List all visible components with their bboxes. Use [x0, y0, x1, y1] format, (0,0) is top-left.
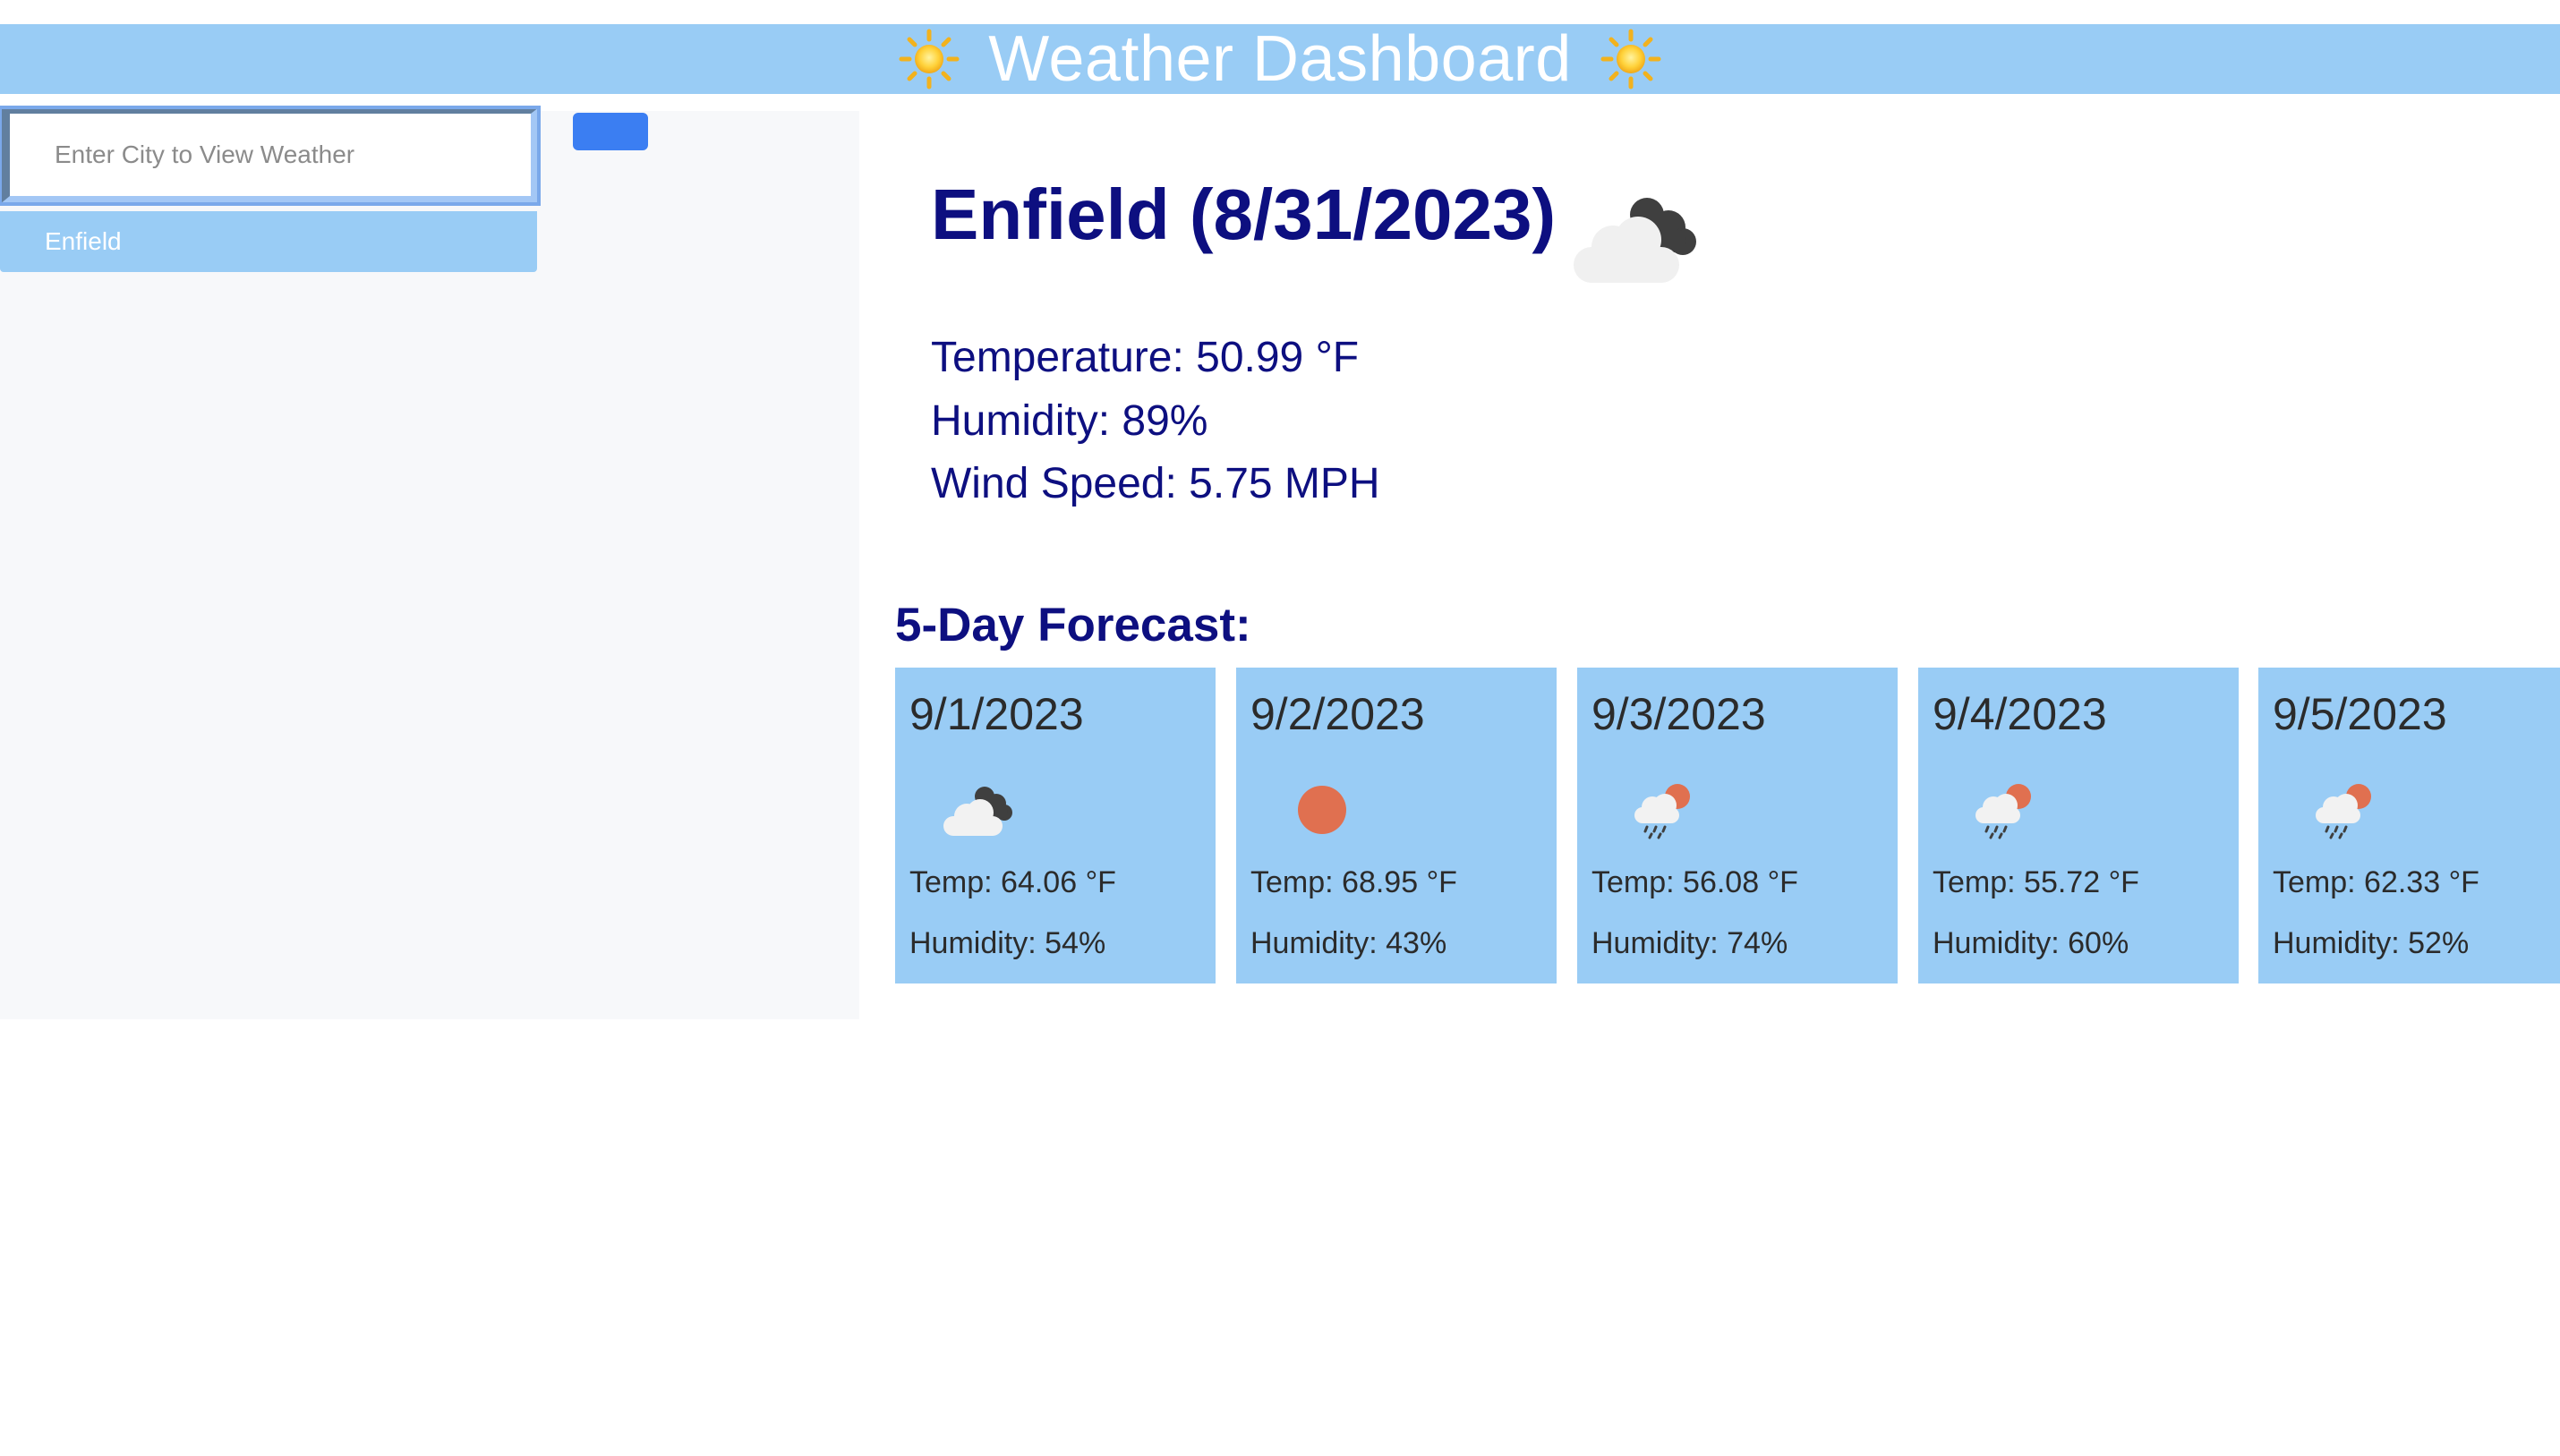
clear-sky-icon — [1281, 777, 1358, 839]
forecast-heading: 5-Day Forecast: — [895, 599, 1251, 651]
current-temperature: Temperature: 50.99 °F — [931, 334, 1360, 381]
forecast-temp: Temp: 68.95 °F — [1250, 865, 1457, 899]
sun-icon — [899, 29, 960, 89]
current-city-heading: Enfield (8/31/2023) — [931, 175, 1557, 254]
forecast-humidity: Humidity: 52% — [2273, 926, 2470, 960]
broken-clouds-icon — [1568, 188, 1706, 286]
city-search-input[interactable] — [0, 106, 541, 206]
forecast-date: 9/5/2023 — [2273, 689, 2447, 739]
current-wind-speed: Wind Speed: 5.75 MPH — [931, 460, 1380, 507]
app-root: Weather Dashboard Enfield Enfield (8/31/ — [0, 0, 2560, 1456]
forecast-date: 9/1/2023 — [909, 689, 1084, 739]
forecast-date: 9/4/2023 — [1933, 689, 2107, 739]
forecast-temp: Temp: 62.33 °F — [2273, 865, 2479, 899]
forecast-card: 9/5/2023 Temp: 62.33 °F Humidity: 52% — [2258, 668, 2560, 983]
forecast-humidity: Humidity: 74% — [1591, 926, 1788, 960]
current-humidity: Humidity: 89% — [931, 397, 1208, 445]
forecast-date: 9/2/2023 — [1250, 689, 1425, 739]
broken-clouds-icon — [940, 777, 1017, 839]
forecast-card: 9/2/2023 Temp: 68.95 °F Humidity: 43% — [1236, 668, 1557, 983]
sun-icon — [1600, 29, 1661, 89]
forecast-temp: Temp: 64.06 °F — [909, 865, 1116, 899]
forecast-card: 9/1/2023 Temp: 64.06 °F Humidity: 54% — [895, 668, 1216, 983]
page-title: Weather Dashboard — [988, 23, 1572, 95]
rain-icon — [1622, 777, 1699, 839]
forecast-card: 9/3/2023 Temp: 56.08 °F Humidity: 74% — [1577, 668, 1898, 983]
forecast-temp: Temp: 56.08 °F — [1591, 865, 1798, 899]
page-header: Weather Dashboard — [0, 24, 2560, 94]
forecast-card: 9/4/2023 Temp: 55.72 °F Humidity: 60% — [1918, 668, 2239, 983]
forecast-temp: Temp: 55.72 °F — [1933, 865, 2139, 899]
forecast-humidity: Humidity: 60% — [1933, 926, 2129, 960]
search-button[interactable] — [573, 113, 648, 150]
forecast-humidity: Humidity: 43% — [1250, 926, 1447, 960]
rain-icon — [1963, 777, 2040, 839]
rain-icon — [2303, 777, 2380, 839]
forecast-date: 9/3/2023 — [1591, 689, 1766, 739]
forecast-humidity: Humidity: 54% — [909, 926, 1106, 960]
history-item-enfield[interactable]: Enfield — [0, 211, 537, 272]
